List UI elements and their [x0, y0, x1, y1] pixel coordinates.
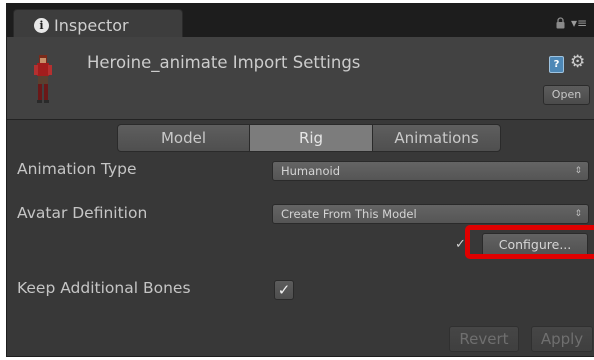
updown-arrows-icon: ⇕ — [574, 209, 582, 219]
avatar-definition-label: Avatar Definition — [17, 204, 148, 222]
apply-button[interactable]: Apply — [531, 326, 593, 352]
animation-type-dropdown[interactable]: Humanoid ⇕ — [272, 161, 589, 181]
tab-model[interactable]: Model — [117, 124, 250, 152]
import-settings-title: Heroine_animate Import Settings — [87, 53, 361, 72]
asset-header: Heroine_animate Import Settings ? ⚙ Open — [7, 37, 594, 119]
keep-additional-bones-label: Keep Additional Bones — [17, 279, 191, 297]
updown-arrows-icon: ⇕ — [574, 166, 582, 176]
help-book-icon[interactable]: ? — [549, 56, 564, 73]
animation-type-value: Humanoid — [281, 164, 341, 178]
open-button[interactable]: Open — [543, 85, 590, 105]
info-icon: i — [34, 18, 49, 33]
inspector-window: i Inspector ▾≡ Heroine_animate Import Se… — [6, 3, 594, 357]
tab-bar: i Inspector ▾≡ — [7, 3, 594, 38]
lock-icon[interactable] — [555, 17, 566, 29]
tab-rig[interactable]: Rig — [249, 124, 373, 152]
keep-additional-bones-checkbox[interactable]: ✓ — [274, 280, 294, 300]
gear-icon[interactable]: ⚙ — [570, 52, 585, 72]
character-thumbnail — [34, 55, 52, 103]
revert-button[interactable]: Revert — [449, 326, 519, 352]
header-divider — [7, 119, 594, 120]
avatar-definition-dropdown[interactable]: Create From This Model ⇕ — [272, 204, 589, 224]
tab-menu-icon[interactable]: ▾≡ — [571, 16, 587, 30]
tab-animations[interactable]: Animations — [372, 124, 501, 152]
avatar-definition-value: Create From This Model — [281, 207, 417, 221]
tab-label: Inspector — [54, 16, 129, 35]
tab-inspector[interactable]: i Inspector — [13, 9, 183, 38]
highlight-annotation — [465, 225, 594, 259]
animation-type-label: Animation Type — [17, 160, 137, 178]
